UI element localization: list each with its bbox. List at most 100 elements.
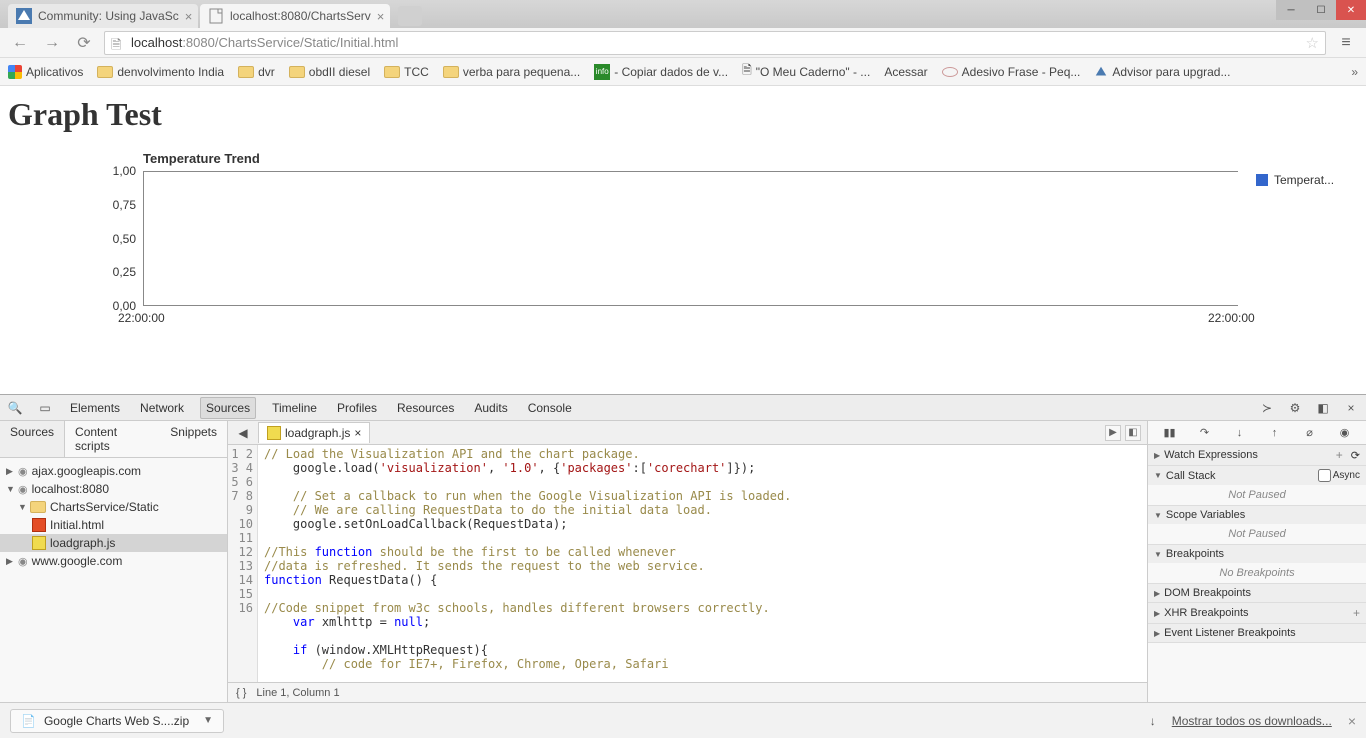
folder-icon [289, 66, 305, 78]
code-area[interactable]: 1 2 3 4 5 6 7 8 9 10 11 12 13 14 15 16 /… [228, 445, 1147, 682]
devtools-tab-sources[interactable]: Sources [200, 397, 256, 419]
dock-icon[interactable]: ◧ [1314, 399, 1332, 417]
window-maximize-button[interactable]: ☐ [1306, 0, 1336, 20]
xhr-bp-section: ▶XHR Breakpoints+ [1148, 603, 1366, 624]
bookmark-link[interactable]: 🗎"O Meu Caderno" - ... [742, 61, 870, 82]
browser-toolbar: ← → ⟳ 🗎 localhost:8080/ChartsService/Sta… [0, 28, 1366, 58]
braces-icon[interactable]: { } [236, 687, 246, 699]
pause-button[interactable]: ▮▮ [1161, 424, 1179, 442]
tab-close-button[interactable]: × [354, 426, 361, 440]
browser-tab[interactable]: Community: Using JavaSc × [8, 4, 198, 28]
download-item[interactable]: 📄 Google Charts Web S....zip ▼ [10, 709, 224, 733]
bookmark-folder[interactable]: obdII diesel [289, 65, 370, 79]
cloud-icon [18, 482, 28, 496]
browser-tab-active[interactable]: localhost:8080/ChartsServ × [200, 4, 390, 28]
editor-pause-button[interactable]: ◧ [1125, 425, 1141, 441]
devtools-tab-audits[interactable]: Audits [470, 397, 511, 419]
forward-button[interactable]: → [40, 31, 64, 55]
step-over-button[interactable]: ↷ [1196, 424, 1214, 442]
bookmark-link[interactable]: info- Copiar dados de v... [594, 64, 728, 80]
window-minimize-button[interactable]: ─ [1276, 0, 1306, 20]
editor-status-bar: { } Line 1, Column 1 [228, 682, 1147, 702]
dom-bp-header[interactable]: ▶DOM Breakpoints [1148, 584, 1366, 602]
add-watch-button[interactable]: + [1336, 448, 1343, 462]
url-port: :8080 [182, 35, 215, 50]
debugger-sidebar: ▮▮ ↷ ↓ ↑ ⌀ ◉ ▶Watch Expressions+⟳ ▼Call … [1148, 421, 1366, 702]
drawer-toggle-icon[interactable]: ≻ [1258, 399, 1276, 417]
devtools-tab-network[interactable]: Network [136, 397, 188, 419]
tab-close-button[interactable]: × [371, 9, 385, 24]
xhr-bp-header[interactable]: ▶XHR Breakpoints+ [1148, 603, 1366, 623]
window-controls: ─ ☐ ✕ [1276, 0, 1366, 20]
step-into-button[interactable]: ↓ [1231, 424, 1249, 442]
sources-editor: ◀ loadgraph.js × ▶ ◧ 1 2 3 4 5 6 7 8 9 1… [228, 421, 1148, 702]
new-tab-button[interactable] [398, 6, 422, 26]
add-xhr-bp-button[interactable]: + [1353, 606, 1360, 620]
tree-domain[interactable]: ▶ajax.googleapis.com [0, 462, 227, 480]
nav-tab-snippets[interactable]: Snippets [160, 421, 227, 457]
async-checkbox[interactable] [1318, 469, 1331, 482]
page-content: Graph Test Temperature Trend 1,00 0,75 0… [0, 86, 1366, 344]
callstack-header[interactable]: ▼Call StackAsync [1148, 466, 1366, 485]
bookmark-folder[interactable]: dvr [238, 65, 275, 79]
bookmark-folder[interactable]: denvolvimento India [97, 65, 224, 79]
window-close-button[interactable]: ✕ [1336, 0, 1366, 20]
gear-icon[interactable]: ⚙ [1286, 399, 1304, 417]
deactivate-bp-button[interactable]: ⌀ [1301, 424, 1319, 442]
watch-header[interactable]: ▶Watch Expressions+⟳ [1148, 445, 1366, 465]
close-icon[interactable]: × [1342, 399, 1360, 417]
nav-tab-content-scripts[interactable]: Content scripts [65, 421, 160, 457]
devtools-tab-resources[interactable]: Resources [393, 397, 458, 419]
event-bp-header[interactable]: ▶Event Listener Breakpoints [1148, 624, 1366, 642]
scope-header[interactable]: ▼Scope Variables [1148, 506, 1366, 524]
document-icon: 🗎 [742, 61, 752, 82]
chrome-menu-button[interactable]: ≡ [1334, 31, 1358, 55]
file-tree: ▶ajax.googleapis.com ▼localhost:8080 ▼Ch… [0, 458, 227, 574]
code-content[interactable]: // Load the Visualization API and the ch… [258, 445, 1147, 682]
url-bar[interactable]: 🗎 localhost:8080/ChartsService/Static/In… [104, 31, 1326, 55]
device-icon[interactable]: ▭ [36, 399, 54, 417]
y-tick: 0,25 [113, 265, 136, 279]
editor-tab[interactable]: loadgraph.js × [258, 422, 370, 443]
info-icon: info [594, 64, 610, 80]
url-host: localhost [131, 35, 182, 50]
devtools-tab-timeline[interactable]: Timeline [268, 397, 321, 419]
reload-button[interactable]: ⟳ [72, 31, 96, 55]
tree-folder[interactable]: ▼ChartsService/Static [0, 498, 227, 516]
search-icon[interactable]: 🔍 [6, 399, 24, 417]
favicon-icon [208, 8, 224, 24]
apps-button[interactable]: Aplicativos [8, 65, 83, 79]
bookmark-folder[interactable]: verba para pequena... [443, 65, 580, 79]
editor-play-button[interactable]: ▶ [1105, 425, 1121, 441]
tree-domain[interactable]: ▶www.google.com [0, 552, 227, 570]
x-tick: 22:00:00 [1208, 311, 1255, 325]
legend-swatch [1256, 174, 1268, 186]
x-tick: 22:00:00 [118, 311, 165, 325]
bookmarks-overflow-button[interactable]: » [1351, 65, 1358, 79]
bookmark-link[interactable]: Adesivo Frase - Peq... [942, 65, 1081, 79]
nav-prev-icon[interactable]: ◀ [234, 424, 252, 442]
bookmark-folder[interactable]: TCC [384, 65, 429, 79]
bookmark-star-icon[interactable]: ☆ [1306, 34, 1319, 52]
tree-file-html[interactable]: Initial.html [0, 516, 227, 534]
refresh-icon[interactable]: ⟳ [1351, 449, 1360, 462]
step-out-button[interactable]: ↑ [1266, 424, 1284, 442]
dom-bp-section: ▶DOM Breakpoints [1148, 584, 1366, 603]
devtools-tab-profiles[interactable]: Profiles [333, 397, 381, 419]
devtools-tab-console[interactable]: Console [524, 397, 576, 419]
back-button[interactable]: ← [8, 31, 32, 55]
tree-domain[interactable]: ▼localhost:8080 [0, 480, 227, 498]
close-download-bar-button[interactable]: × [1348, 713, 1356, 729]
nav-tab-sources[interactable]: Sources [0, 421, 65, 457]
bookmark-link[interactable]: Acessar [884, 65, 927, 79]
html-file-icon [32, 518, 46, 532]
breakpoints-header[interactable]: ▼Breakpoints [1148, 545, 1366, 563]
chevron-down-icon[interactable]: ▼ [203, 715, 213, 726]
tree-file-js[interactable]: loadgraph.js [0, 534, 227, 552]
devtools-tab-elements[interactable]: Elements [66, 397, 124, 419]
show-all-downloads-link[interactable]: Mostrar todos os downloads... [1172, 714, 1332, 728]
bookmark-link[interactable]: Advisor para upgrad... [1094, 65, 1230, 79]
tab-close-button[interactable]: × [179, 9, 193, 24]
pause-exceptions-button[interactable]: ◉ [1336, 424, 1354, 442]
breakpoints-body: No Breakpoints [1148, 563, 1366, 583]
